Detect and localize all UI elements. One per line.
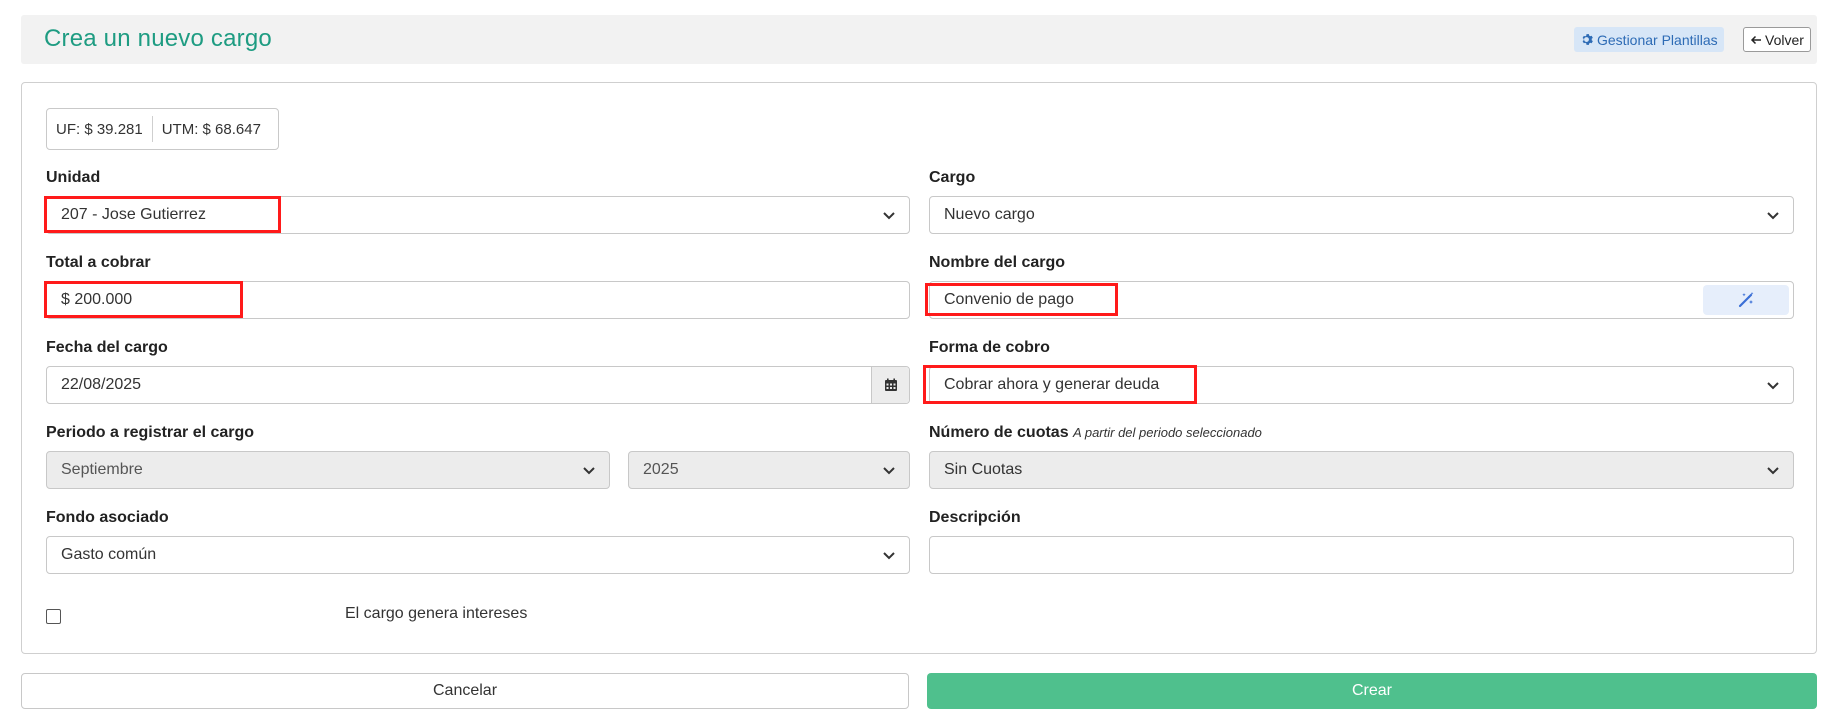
cargo-value: Nuevo cargo — [944, 206, 1035, 223]
periodo-month-value: Septiembre — [61, 461, 143, 478]
cuotas-label: Número de cuotas A partir del periodo se… — [929, 424, 1262, 442]
arrow-left-icon — [1750, 35, 1761, 44]
utm-indicator: UTM: $ 68.647 — [161, 120, 261, 138]
chevron-down-icon — [1767, 382, 1779, 390]
back-button[interactable]: Volver — [1743, 27, 1811, 52]
periodo-year-value: 2025 — [643, 461, 679, 478]
fondo-label: Fondo asociado — [46, 509, 169, 526]
unidad-label: Unidad — [46, 169, 101, 186]
fondo-value: Gasto común — [61, 546, 157, 563]
chevron-down-icon — [1767, 212, 1779, 220]
chevron-down-icon — [883, 552, 895, 560]
forma-select[interactable]: Cobrar ahora y generar deuda — [929, 366, 1794, 404]
back-label: Volver — [1765, 31, 1804, 48]
nombre-value: Convenio de pago — [944, 291, 1074, 308]
create-button[interactable]: Crear — [927, 673, 1817, 709]
calendar-icon — [884, 378, 897, 391]
cuotas-label-text: Número de cuotas — [929, 424, 1069, 441]
manage-templates-button[interactable]: Gestionar Plantillas — [1574, 27, 1724, 52]
cargo-label: Cargo — [929, 169, 976, 186]
forma-value: Cobrar ahora y generar deuda — [944, 376, 1160, 393]
date-picker-button[interactable] — [871, 367, 909, 403]
chevron-down-icon — [883, 212, 895, 220]
periodo-label: Periodo a registrar el cargo — [46, 424, 255, 441]
unidad-value: 207 - Jose Gutierrez — [61, 206, 206, 223]
cuotas-hint: A partir del periodo seleccionado — [1073, 425, 1262, 440]
total-label: Total a cobrar — [46, 254, 151, 271]
cuotas-value: Sin Cuotas — [944, 461, 1023, 478]
total-input[interactable]: $ 200.000 — [46, 281, 910, 319]
gear-icon — [1582, 34, 1593, 45]
fondo-select[interactable]: Gasto común — [46, 536, 910, 574]
chevron-down-icon — [583, 467, 595, 475]
periodo-year-select[interactable]: 2025 — [628, 451, 910, 489]
intereses-checkbox[interactable] — [46, 609, 61, 624]
manage-templates-label: Gestionar Plantillas — [1597, 31, 1718, 48]
descripcion-input[interactable] — [929, 536, 1794, 574]
page-title: Crea un nuevo cargo — [44, 25, 272, 52]
fecha-input[interactable]: 22/08/2025 — [46, 366, 910, 404]
chevron-down-icon — [883, 467, 895, 475]
magic-wand-icon — [1738, 292, 1754, 308]
cargo-select[interactable]: Nuevo cargo — [929, 196, 1794, 234]
uf-indicator: UF: $ 39.281 — [56, 120, 143, 138]
unidad-select[interactable]: 207 - Jose Gutierrez — [46, 196, 910, 234]
page-header: Crea un nuevo cargo Gestionar Plantillas… — [21, 15, 1817, 64]
nombre-label: Nombre del cargo — [929, 254, 1066, 271]
nombre-input[interactable]: Convenio de pago — [929, 281, 1794, 319]
chevron-down-icon — [1767, 467, 1779, 475]
forma-label: Forma de cobro — [929, 339, 1050, 356]
total-value: $ 200.000 — [61, 291, 133, 308]
periodo-month-select[interactable]: Septiembre — [46, 451, 610, 489]
fecha-value: 22/08/2025 — [61, 376, 142, 393]
descripcion-label: Descripción — [929, 509, 1021, 526]
intereses-label: El cargo genera intereses — [345, 605, 528, 622]
cancel-button[interactable]: Cancelar — [21, 673, 909, 709]
economic-indicators: UF: $ 39.281 UTM: $ 68.647 — [46, 108, 279, 150]
generate-name-button[interactable] — [1703, 285, 1789, 315]
fecha-label: Fecha del cargo — [46, 339, 168, 356]
cuotas-select[interactable]: Sin Cuotas — [929, 451, 1794, 489]
charge-form-card: UF: $ 39.281 UTM: $ 68.647 Unidad 207 - … — [21, 82, 1817, 654]
